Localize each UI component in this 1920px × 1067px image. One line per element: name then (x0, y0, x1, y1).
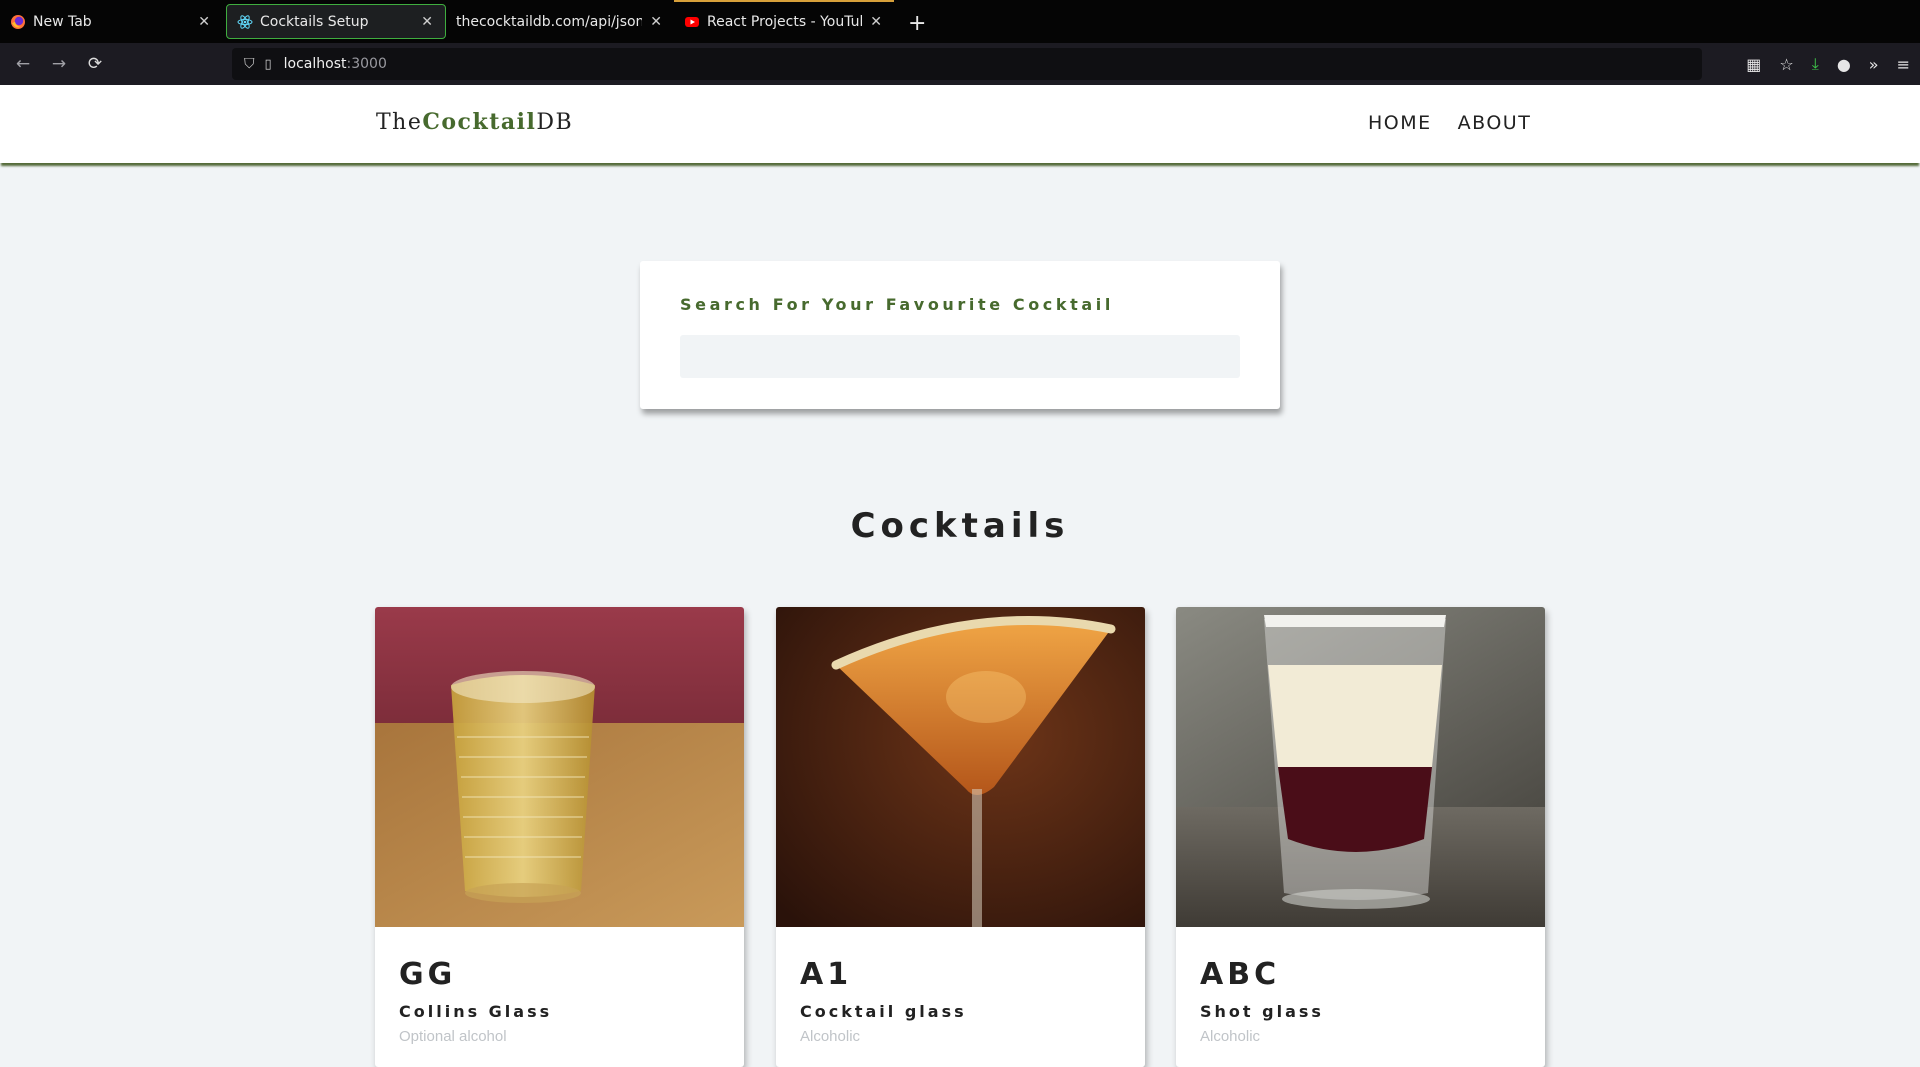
logo-accent: Cocktail (422, 109, 537, 135)
nav-about-link[interactable]: ABOUT (1458, 112, 1532, 134)
browser-toolbar: ← → ⟳ ⛉ ▯ localhost:3000 ▦ ☆ ⤓ ● » ≡ (0, 43, 1920, 85)
tab-cocktaildb-api[interactable]: thecocktaildb.com/api/json/v1 ✕ (446, 4, 674, 39)
logo-suffix: DB (536, 110, 574, 135)
tab-label: New Tab (33, 13, 92, 30)
toolbar-icons: ▦ ☆ ⤓ ● » ≡ (1746, 43, 1910, 85)
tab-label: Cocktails Setup (260, 13, 369, 30)
menu-icon[interactable]: ≡ (1897, 55, 1910, 74)
tab-strip: New Tab ✕ Cocktails Setup ✕ thecocktaild… (0, 0, 1920, 43)
shield-icon[interactable]: ⛉ (244, 56, 255, 72)
cocktail-name: GG (399, 957, 457, 992)
search-input[interactable] (680, 335, 1240, 378)
forward-arrow-icon[interactable]: → (41, 54, 77, 74)
cocktail-info: Alcoholic (1200, 1028, 1261, 1045)
tab-cocktails-setup[interactable]: Cocktails Setup ✕ (226, 4, 446, 39)
cocktail-image[interactable] (776, 607, 1145, 927)
tab-react-projects-youtube[interactable]: React Projects - YouTube ✕ (674, 0, 894, 39)
new-tab-button[interactable]: + (894, 0, 940, 43)
logo-prefix: The (376, 110, 423, 135)
search-form: Search For Your Favourite Cocktail (640, 261, 1280, 409)
back-arrow-icon[interactable]: ← (5, 54, 41, 74)
reload-icon[interactable]: ⟳ (77, 54, 113, 74)
overflow-chevron-icon[interactable]: » (1869, 55, 1879, 74)
close-icon[interactable]: ✕ (650, 14, 662, 30)
download-icon[interactable]: ⤓ (1812, 54, 1819, 74)
cocktail-glass: Collins Glass (399, 1002, 553, 1021)
cocktail-info: Alcoholic (800, 1028, 861, 1045)
react-icon (237, 14, 253, 29)
bookmark-star-icon[interactable]: ☆ (1779, 55, 1793, 74)
nav-home-link[interactable]: HOME (1368, 112, 1432, 134)
cocktail-glass: Cocktail glass (800, 1002, 967, 1021)
tab-new-tab[interactable]: New Tab ✕ (0, 4, 222, 39)
url-host: localhost (283, 56, 347, 72)
cocktail-image[interactable] (375, 607, 744, 927)
cocktail-card[interactable]: ABC Shot glass Alcoholic (1176, 607, 1545, 1067)
cocktail-image[interactable] (1176, 607, 1545, 927)
cocktail-glass: Shot glass (1200, 1002, 1324, 1021)
url-port: :3000 (346, 56, 387, 72)
section-title: Cocktails (850, 506, 1070, 546)
tab-label: React Projects - YouTube (707, 13, 863, 30)
cocktail-card[interactable]: A1 Cocktail glass Alcoholic (776, 607, 1145, 1067)
search-label: Search For Your Favourite Cocktail (680, 295, 1114, 314)
cocktail-info: Optional alcohol (399, 1028, 507, 1045)
site-logo[interactable]: TheCocktailDB (376, 109, 573, 135)
page-icon: ▯ (264, 56, 272, 72)
cocktail-card[interactable]: GG Collins Glass Optional alcohol (375, 607, 744, 1067)
extension-icon[interactable]: ● (1837, 55, 1851, 74)
close-icon[interactable]: ✕ (421, 14, 433, 30)
cocktail-name: A1 (800, 957, 853, 992)
site-navbar: TheCocktailDB HOME ABOUT (0, 85, 1920, 163)
close-icon[interactable]: ✕ (198, 14, 210, 30)
site-nav-links: HOME ABOUT (1368, 112, 1531, 134)
qr-code-icon[interactable]: ▦ (1746, 55, 1761, 74)
firefox-icon (11, 14, 25, 29)
close-icon[interactable]: ✕ (870, 14, 882, 30)
youtube-icon (685, 16, 699, 27)
cocktail-name: ABC (1200, 957, 1281, 992)
tab-label: thecocktaildb.com/api/json/v1 (456, 13, 643, 30)
address-bar[interactable]: ⛉ ▯ localhost:3000 (232, 48, 1702, 80)
